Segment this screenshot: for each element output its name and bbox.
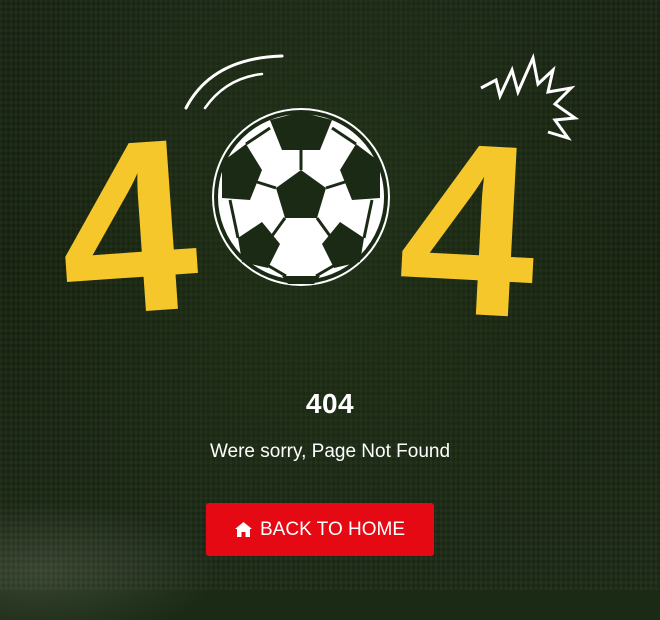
soccer-ball-icon (212, 108, 390, 286)
hero-404-graphic: 4 4 (50, 53, 580, 360)
error-message: Were sorry, Page Not Found (209, 441, 451, 462)
home-icon (235, 522, 252, 537)
hero-digit-right: 4 (393, 89, 543, 360)
back-to-home-label: BACK TO HOME (260, 518, 405, 540)
back-to-home-button[interactable]: BACK TO HOME (206, 503, 434, 556)
hero-digit-left: 4 (50, 86, 205, 360)
motion-lines-icon (184, 54, 284, 110)
page-title: 404 (305, 388, 355, 419)
